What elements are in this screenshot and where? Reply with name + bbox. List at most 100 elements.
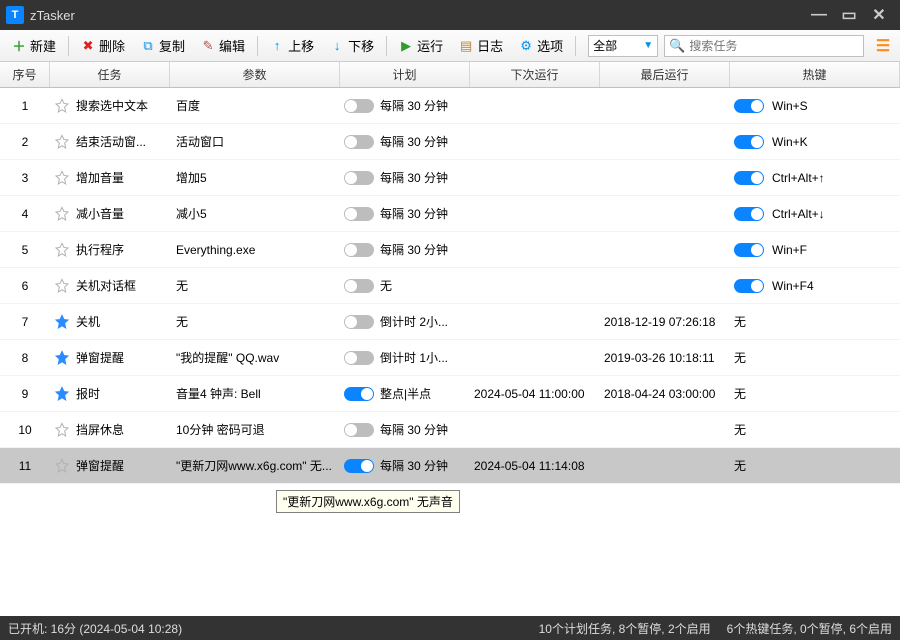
star-icon[interactable] [54,170,70,186]
task-name: 挡屏休息 [76,421,124,438]
minimize-button[interactable]: — [804,2,834,28]
status-plan-summary: 10个计划任务, 8个暂停, 2个启用 [539,620,711,637]
col-plan[interactable]: 计划 [340,62,470,87]
star-icon[interactable] [54,458,70,474]
run-button[interactable]: ▶ 运行 [391,34,451,57]
maximize-button[interactable]: ▭ [834,2,864,28]
last-run: 2019-03-26 10:18:11 [600,351,730,365]
task-list: 1 搜索选中文本 百度 每隔 30 分钟 Win+S 2 结束活动窗... 活动… [0,88,900,616]
task-name: 减小音量 [76,205,124,222]
table-row[interactable]: 2 结束活动窗... 活动窗口 每隔 30 分钟 Win+K [0,124,900,160]
hotkey-toggle[interactable] [734,135,764,149]
table-row[interactable]: 1 搜索选中文本 百度 每隔 30 分钟 Win+S [0,88,900,124]
hotkey-toggle[interactable] [734,171,764,185]
plan-text: 每隔 30 分钟 [380,97,448,114]
hotkey-text: 无 [734,349,746,366]
col-hotkey[interactable]: 热键 [730,62,900,87]
col-num[interactable]: 序号 [0,62,50,87]
star-icon[interactable] [54,98,70,114]
task-param: 无 [170,277,340,294]
log-icon: ▤ [459,39,473,53]
task-param: 活动窗口 [170,133,340,150]
col-next[interactable]: 下次运行 [470,62,600,87]
plan-toggle[interactable] [344,171,374,185]
star-icon[interactable] [54,314,70,330]
app-logo: T [6,6,24,24]
plan-toggle[interactable] [344,243,374,257]
edit-button[interactable]: ✎编辑 [193,34,253,57]
star-icon[interactable] [54,242,70,258]
plan-toggle[interactable] [344,99,374,113]
log-button[interactable]: ▤日志 [451,34,511,57]
table-row[interactable]: 7 关机 无 倒计时 2小... 2018-12-19 07:26:18 无 [0,304,900,340]
plan-toggle[interactable] [344,135,374,149]
star-icon[interactable] [54,350,70,366]
plan-toggle[interactable] [344,351,374,365]
table-row[interactable]: 3 增加音量 增加5 每隔 30 分钟 Ctrl+Alt+↑ [0,160,900,196]
gear-icon: ⚙ [519,39,533,53]
task-name: 关机对话框 [76,277,136,294]
close-button[interactable]: ✕ [864,2,894,28]
plan-toggle[interactable] [344,387,374,401]
table-row[interactable]: 6 关机对话框 无 无 Win+F4 [0,268,900,304]
copy-button[interactable]: ⧉复制 [133,34,193,57]
row-num: 4 [0,207,50,221]
hotkey-toggle[interactable] [734,99,764,113]
plan-toggle[interactable] [344,279,374,293]
separator [257,36,258,56]
delete-button[interactable]: ✖删除 [73,34,133,57]
new-button[interactable]: ＋新建 [4,34,64,57]
search-input[interactable] [689,39,859,53]
task-param: Everything.exe [170,243,340,257]
list-menu-button[interactable]: ☰ [870,35,896,57]
plan-text: 每隔 30 分钟 [380,457,448,474]
new-label: 新建 [30,36,56,55]
col-param[interactable]: 参数 [170,62,340,87]
table-row[interactable]: 9 报时 音量4 钟声: Bell 整点|半点 2024-05-04 11:00… [0,376,900,412]
star-icon[interactable] [54,134,70,150]
plan-toggle[interactable] [344,207,374,221]
plan-toggle[interactable] [344,459,374,473]
hotkey-toggle[interactable] [734,279,764,293]
moveup-button[interactable]: ↑上移 [262,34,322,57]
options-button[interactable]: ⚙选项 [511,34,571,57]
table-row[interactable]: 8 弹窗提醒 "我的提醒" QQ.wav 倒计时 1小... 2019-03-2… [0,340,900,376]
row-num: 7 [0,315,50,329]
table-row[interactable]: 11 弹窗提醒 "更新刀网www.x6g.com" 无... 每隔 30 分钟 … [0,448,900,484]
titlebar: T zTasker — ▭ ✕ [0,0,900,30]
movedown-button[interactable]: ↓下移 [322,34,382,57]
row-num: 10 [0,423,50,437]
star-icon[interactable] [54,278,70,294]
task-name: 报时 [76,385,100,402]
x-icon: ✖ [81,39,95,53]
play-icon: ▶ [399,39,413,53]
table-row[interactable]: 4 减小音量 减小5 每隔 30 分钟 Ctrl+Alt+↓ [0,196,900,232]
hotkey-text: Ctrl+Alt+↑ [772,171,825,185]
separator [575,36,576,56]
plan-text: 无 [380,277,392,294]
hotkey-text: Win+F4 [772,279,814,293]
col-task[interactable]: 任务 [50,62,170,87]
list-icon: ☰ [876,36,890,56]
task-param: "我的提醒" QQ.wav [170,349,340,366]
star-icon[interactable] [54,206,70,222]
status-hotkey-summary: 6个热键任务, 0个暂停, 6个启用 [727,620,892,637]
task-name: 执行程序 [76,241,124,258]
star-icon[interactable] [54,386,70,402]
task-name: 结束活动窗... [76,133,146,150]
task-param: 音量4 钟声: Bell [170,385,340,402]
plan-toggle[interactable] [344,423,374,437]
task-param: 减小5 [170,205,340,222]
table-row[interactable]: 5 执行程序 Everything.exe 每隔 30 分钟 Win+F [0,232,900,268]
hotkey-toggle[interactable] [734,207,764,221]
hotkey-text: Win+S [772,99,808,113]
plan-text: 每隔 30 分钟 [380,241,448,258]
run-label: 运行 [417,36,443,55]
plan-toggle[interactable] [344,315,374,329]
category-filter[interactable]: 全部▼ [588,35,658,57]
col-last[interactable]: 最后运行 [600,62,730,87]
hotkey-toggle[interactable] [734,243,764,257]
search-box[interactable]: 🔍 [664,35,864,57]
star-icon[interactable] [54,422,70,438]
table-row[interactable]: 10 挡屏休息 10分钟 密码可退 每隔 30 分钟 无 [0,412,900,448]
